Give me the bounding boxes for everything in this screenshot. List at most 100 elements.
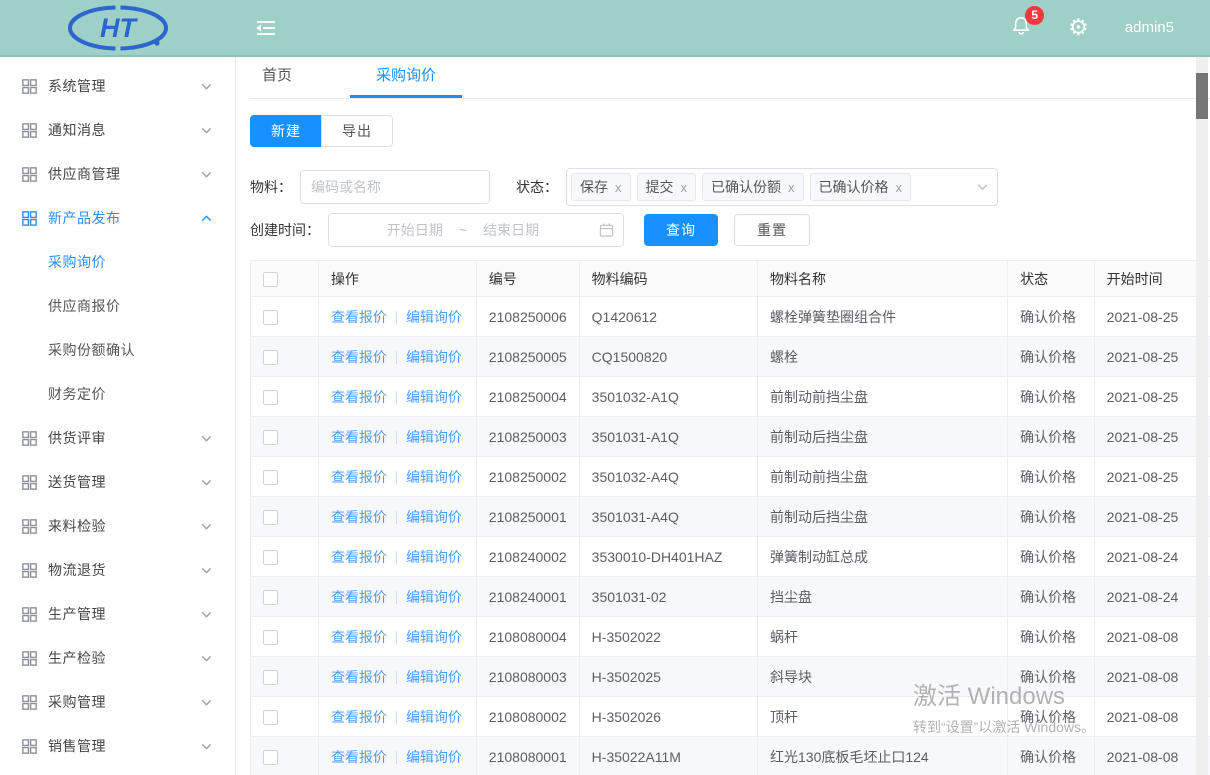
export-button[interactable]: 导出 bbox=[321, 115, 393, 147]
search-button[interactable]: 查询 bbox=[644, 214, 718, 246]
view-quote-link[interactable]: 查看报价 bbox=[331, 669, 387, 685]
inquiry-table: 操作 编号 物料编码 物料名称 状态 开始时间 查看报价编辑询价 2108250… bbox=[250, 260, 1210, 775]
edit-inquiry-link[interactable]: 编辑询价 bbox=[406, 429, 462, 445]
sidebar-item[interactable]: 供应商管理 bbox=[0, 152, 235, 196]
row-status: 确认价格 bbox=[1008, 377, 1095, 417]
cell-checkbox bbox=[251, 657, 319, 697]
sidebar-subitem[interactable]: 采购份额确认 bbox=[0, 328, 235, 372]
tag-close-icon[interactable]: x bbox=[681, 180, 688, 195]
chevron-down-icon[interactable] bbox=[976, 181, 989, 194]
row-material-name: 红光130底板毛坯止口124 bbox=[758, 737, 1008, 775]
reset-button[interactable]: 重置 bbox=[734, 214, 810, 246]
view-quote-link[interactable]: 查看报价 bbox=[331, 349, 387, 365]
view-quote-link[interactable]: 查看报价 bbox=[331, 629, 387, 645]
row-checkbox[interactable] bbox=[263, 750, 278, 765]
edit-inquiry-link[interactable]: 编辑询价 bbox=[406, 589, 462, 605]
sidebar-item-label: 生产检验 bbox=[48, 648, 200, 668]
sidebar-subitem[interactable]: 财务定价 bbox=[0, 372, 235, 416]
row-checkbox[interactable] bbox=[263, 470, 278, 485]
link-divider bbox=[396, 391, 397, 404]
tab-home[interactable]: 首页 bbox=[250, 57, 304, 98]
sidebar-item[interactable]: 通知消息 bbox=[0, 108, 235, 152]
view-quote-link[interactable]: 查看报价 bbox=[331, 549, 387, 565]
header-number: 编号 bbox=[476, 261, 579, 297]
sidebar-item[interactable]: 生产检验 bbox=[0, 636, 235, 680]
select-all-checkbox[interactable] bbox=[263, 272, 278, 287]
chevron-down-icon bbox=[200, 520, 213, 533]
row-start-date: 2021-08-24 bbox=[1094, 537, 1210, 577]
cell-checkbox bbox=[251, 577, 319, 617]
row-status: 确认价格 bbox=[1008, 457, 1095, 497]
sidebar-item[interactable]: 销售管理 bbox=[0, 724, 235, 768]
row-checkbox[interactable] bbox=[263, 350, 278, 365]
scrollbar-thumb[interactable] bbox=[1196, 73, 1208, 119]
edit-inquiry-link[interactable]: 编辑询价 bbox=[406, 749, 462, 765]
row-checkbox[interactable] bbox=[263, 390, 278, 405]
tag-close-icon[interactable]: x bbox=[896, 180, 903, 195]
sidebar-item[interactable]: 供货评审 bbox=[0, 416, 235, 460]
header-operation: 操作 bbox=[318, 261, 476, 297]
row-checkbox[interactable] bbox=[263, 510, 278, 525]
chevron-down-icon bbox=[200, 564, 213, 577]
sidebar-item[interactable]: 送货管理 bbox=[0, 460, 235, 504]
grid-icon bbox=[22, 739, 37, 754]
view-quote-link[interactable]: 查看报价 bbox=[331, 589, 387, 605]
view-quote-link[interactable]: 查看报价 bbox=[331, 509, 387, 525]
edit-inquiry-link[interactable]: 编辑询价 bbox=[406, 669, 462, 685]
row-checkbox[interactable] bbox=[263, 430, 278, 445]
gear-icon[interactable]: ⚙ bbox=[1068, 16, 1089, 39]
view-quote-link[interactable]: 查看报价 bbox=[331, 429, 387, 445]
collapse-menu-icon[interactable] bbox=[254, 18, 278, 38]
sidebar-subitem[interactable]: 供应商报价 bbox=[0, 284, 235, 328]
edit-inquiry-link[interactable]: 编辑询价 bbox=[406, 469, 462, 485]
date-range-picker[interactable]: 开始日期 ~ 结束日期 bbox=[328, 213, 624, 247]
row-material-code: 3501031-A4Q bbox=[579, 497, 757, 537]
view-quote-link[interactable]: 查看报价 bbox=[331, 749, 387, 765]
tag-close-icon[interactable]: x bbox=[615, 180, 622, 195]
row-status: 确认价格 bbox=[1008, 697, 1095, 737]
svg-text:HT: HT bbox=[100, 13, 138, 43]
logo[interactable]: HT bbox=[0, 4, 236, 52]
sidebar-item[interactable]: 新产品发布 bbox=[0, 196, 235, 240]
view-quote-link[interactable]: 查看报价 bbox=[331, 709, 387, 725]
cell-operation: 查看报价 编辑询价 bbox=[318, 377, 476, 417]
link-divider bbox=[396, 711, 397, 724]
link-divider bbox=[396, 631, 397, 644]
scrollbar-track[interactable] bbox=[1196, 57, 1208, 775]
sidebar-item[interactable]: 系统管理 bbox=[0, 64, 235, 108]
sidebar-item[interactable]: 来料检验 bbox=[0, 504, 235, 548]
material-input[interactable] bbox=[300, 170, 490, 204]
sidebar-item[interactable]: 物流退货 bbox=[0, 548, 235, 592]
row-number: 2108240001 bbox=[476, 577, 579, 617]
view-quote-link[interactable]: 查看报价 bbox=[331, 469, 387, 485]
row-checkbox[interactable] bbox=[263, 630, 278, 645]
username[interactable]: admin5 bbox=[1125, 19, 1174, 36]
row-checkbox[interactable] bbox=[263, 710, 278, 725]
row-checkbox[interactable] bbox=[263, 550, 278, 565]
sidebar-item[interactable]: 生产管理 bbox=[0, 592, 235, 636]
tag-close-icon[interactable]: x bbox=[788, 180, 795, 195]
tab-purchase-inquiry[interactable]: 采购询价 bbox=[350, 57, 462, 98]
grid-icon bbox=[22, 607, 37, 622]
edit-inquiry-link[interactable]: 编辑询价 bbox=[406, 709, 462, 725]
row-material-code: H-3502026 bbox=[579, 697, 757, 737]
edit-inquiry-link[interactable]: 编辑询价 bbox=[406, 309, 462, 325]
new-button[interactable]: 新建 bbox=[250, 115, 322, 147]
row-checkbox[interactable] bbox=[263, 310, 278, 325]
row-checkbox[interactable] bbox=[263, 670, 278, 685]
edit-inquiry-link[interactable]: 编辑询价 bbox=[406, 349, 462, 365]
end-date-placeholder: 结束日期 bbox=[483, 220, 539, 240]
status-select[interactable]: 保存 x 提交 x 已确认份额 x 已确认价格 x bbox=[566, 168, 998, 206]
edit-inquiry-link[interactable]: 编辑询价 bbox=[406, 389, 462, 405]
sidebar-item[interactable]: 采购管理 bbox=[0, 680, 235, 724]
status-tag-label: 已确认价格 bbox=[819, 177, 889, 197]
sidebar-subitem[interactable]: 采购询价 bbox=[0, 240, 235, 284]
notification-bell-icon[interactable]: 5 bbox=[1010, 15, 1032, 40]
edit-inquiry-link[interactable]: 编辑询价 bbox=[406, 629, 462, 645]
row-material-code: 3501031-A1Q bbox=[579, 417, 757, 457]
edit-inquiry-link[interactable]: 编辑询价 bbox=[406, 549, 462, 565]
row-checkbox[interactable] bbox=[263, 590, 278, 605]
view-quote-link[interactable]: 查看报价 bbox=[331, 389, 387, 405]
edit-inquiry-link[interactable]: 编辑询价 bbox=[406, 509, 462, 525]
view-quote-link[interactable]: 查看报价 bbox=[331, 309, 387, 325]
